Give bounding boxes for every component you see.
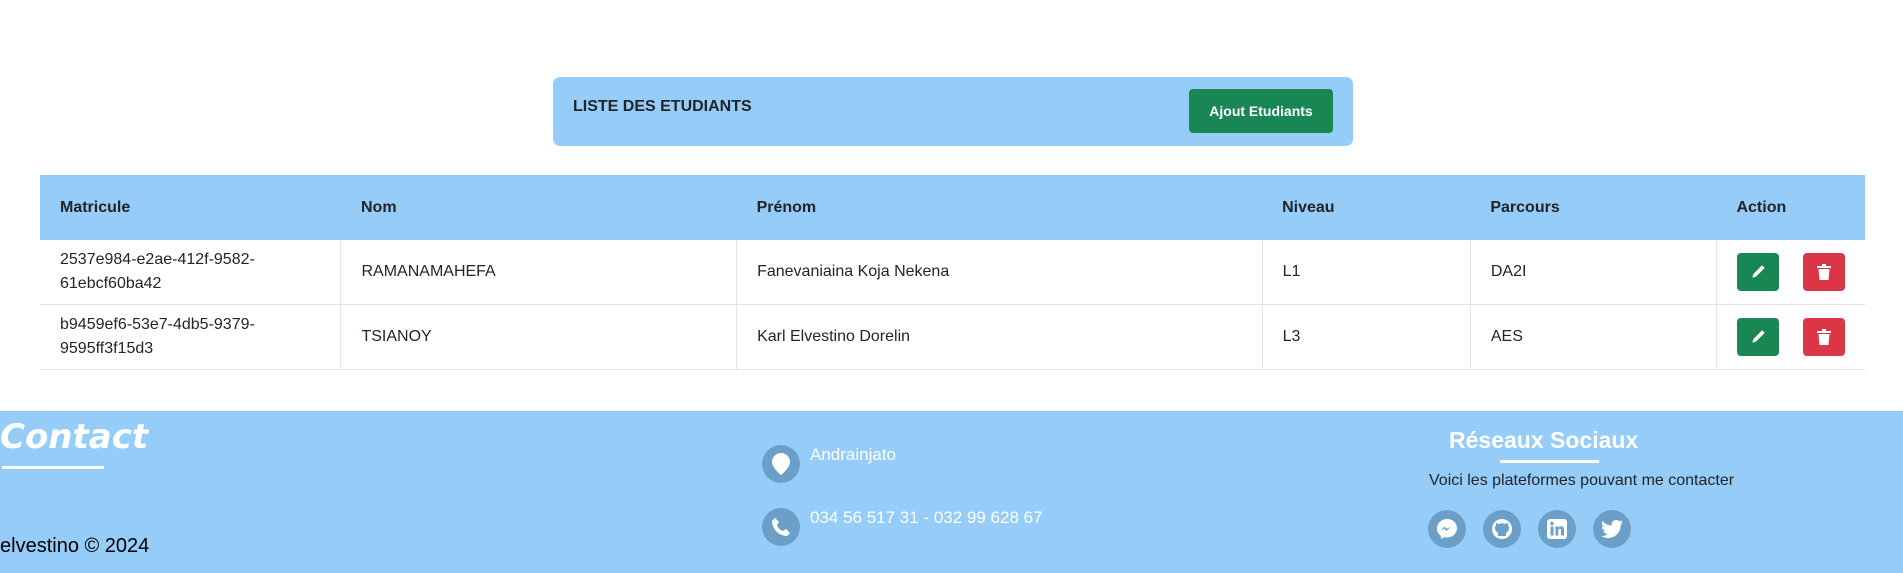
phone-text: 034 56 517 31 - 032 99 628 67 bbox=[810, 508, 1043, 527]
column-header-parcours: Parcours bbox=[1470, 175, 1717, 240]
location-text: Andrainjato bbox=[810, 445, 897, 464]
github-icon[interactable] bbox=[1483, 510, 1521, 548]
social-title: Réseaux Sociaux bbox=[1449, 427, 1639, 453]
cell-niveau: L1 bbox=[1262, 240, 1471, 305]
contact-title: Contact bbox=[0, 417, 149, 457]
table-row: b9459ef6-53e7-4db5-9379-9595ff3f15d3 TSI… bbox=[40, 304, 1865, 370]
column-header-nom: Nom bbox=[340, 175, 737, 240]
column-header-niveau: Niveau bbox=[1262, 175, 1471, 240]
edit-button[interactable] bbox=[1736, 318, 1779, 356]
table-row: 2537e984-e2ae-412f-9582-61ebcf60ba42 RAM… bbox=[40, 240, 1865, 305]
column-header-matricule: Matricule bbox=[40, 175, 341, 240]
messenger-icon[interactable] bbox=[1428, 510, 1466, 548]
cell-parcours: DA2I bbox=[1470, 240, 1717, 305]
location-info: Andrainjato bbox=[762, 445, 896, 483]
column-header-prenom: Prénom bbox=[736, 175, 1263, 240]
cell-matricule: b9459ef6-53e7-4db5-9379-9595ff3f15d3 bbox=[40, 304, 342, 370]
location-icon bbox=[762, 445, 800, 483]
column-header-action: Action bbox=[1716, 175, 1865, 240]
pencil-icon bbox=[1752, 265, 1765, 278]
cell-actions bbox=[1716, 240, 1865, 305]
students-table: Matricule Nom Prénom Niveau Parcours Act… bbox=[40, 175, 1865, 370]
edit-button[interactable] bbox=[1736, 253, 1779, 291]
add-student-button[interactable]: Ajout Etudiants bbox=[1189, 89, 1333, 133]
cell-prenom: Karl Elvestino Dorelin bbox=[736, 304, 1263, 370]
table-header-row: Matricule Nom Prénom Niveau Parcours Act… bbox=[40, 175, 1865, 240]
pencil-icon bbox=[1752, 330, 1765, 343]
twitter-icon[interactable] bbox=[1593, 510, 1631, 548]
list-header-card: LISTE DES ETUDIANTS Ajout Etudiants bbox=[553, 77, 1353, 146]
delete-button[interactable] bbox=[1802, 318, 1845, 356]
trash-icon bbox=[1816, 329, 1831, 345]
phone-icon bbox=[762, 508, 800, 546]
cell-prenom: Fanevaniaina Koja Nekena bbox=[736, 240, 1263, 305]
footer: Contact elvestino © 2024 Andrainjato 034… bbox=[0, 411, 1903, 573]
linkedin-icon[interactable] bbox=[1538, 510, 1576, 548]
cell-matricule: 2537e984-e2ae-412f-9582-61ebcf60ba42 bbox=[40, 240, 342, 305]
social-description: Voici les plateformes pouvant me contact… bbox=[1429, 472, 1735, 489]
social-icons bbox=[1428, 510, 1648, 548]
cell-nom: TSIANOY bbox=[340, 304, 738, 370]
cell-niveau: L3 bbox=[1262, 304, 1471, 370]
delete-button[interactable] bbox=[1802, 253, 1845, 291]
page-title: LISTE DES ETUDIANTS bbox=[573, 98, 752, 115]
social-underline bbox=[1500, 460, 1599, 463]
phone-info: 034 56 517 31 - 032 99 628 67 bbox=[762, 508, 1043, 546]
contact-underline bbox=[2, 466, 104, 469]
cell-actions bbox=[1716, 304, 1865, 370]
cell-parcours: AES bbox=[1470, 304, 1717, 370]
trash-icon bbox=[1816, 264, 1831, 280]
cell-nom: RAMANAMAHEFA bbox=[340, 240, 738, 305]
copyright-text: elvestino © 2024 bbox=[0, 535, 150, 557]
